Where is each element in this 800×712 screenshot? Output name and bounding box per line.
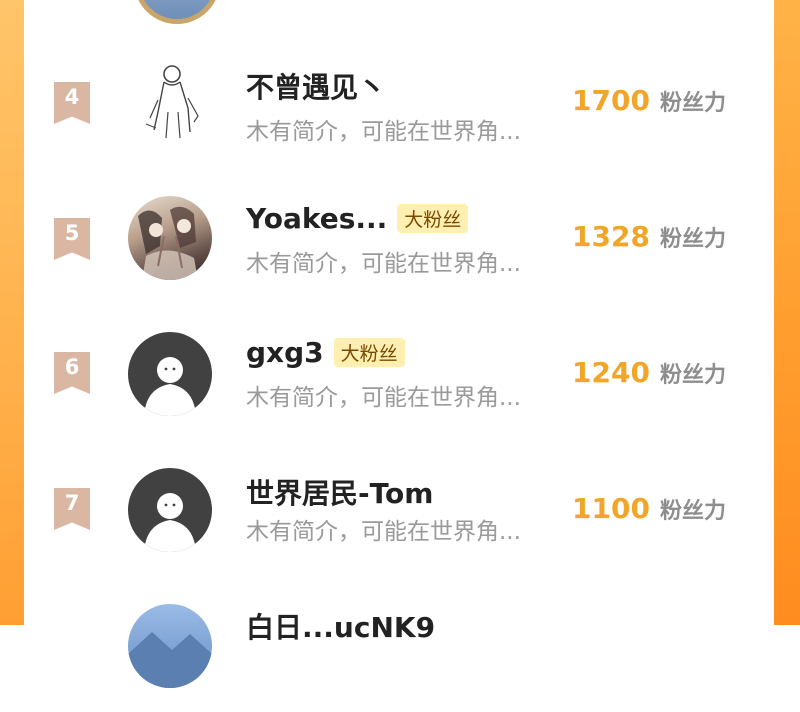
list-item[interactable]: 7 世界居民-Tom 木有简介，可能在世界角... 1100 粉丝力 (24, 440, 774, 576)
default-user-icon (144, 357, 196, 416)
user-name[interactable]: 白日...ucNK9 (246, 606, 435, 646)
avatar[interactable] (128, 196, 212, 280)
rank-badge: 6 (54, 352, 90, 394)
fan-power-value: 1700 (572, 84, 650, 117)
fan-power-unit: 粉丝力 (659, 227, 726, 252)
user-name[interactable]: Yoakes... (246, 202, 387, 235)
user-name[interactable]: 世界居民-Tom (246, 472, 433, 512)
user-name[interactable]: 不曾遇见丶 (246, 66, 386, 106)
avatar[interactable] (128, 58, 212, 142)
fan-power-value: 1240 (572, 356, 650, 389)
fan-tag-badge: 大粉丝 (397, 204, 469, 233)
user-bio: 木有简介，可能在世界角... (246, 385, 521, 411)
list-item[interactable]: 6 gxg3 大粉丝 木有简介，可能在世界角... 1240 粉丝力 (24, 304, 774, 440)
fan-tag-badge: 大粉丝 (333, 338, 405, 367)
fan-power: 1100 粉丝力 (572, 492, 726, 525)
fan-power: 1240 粉丝力 (572, 356, 726, 389)
user-name[interactable]: gxg3 (246, 336, 324, 369)
user-bio: 木有简介，可能在世界角... (246, 519, 521, 545)
avatar[interactable] (128, 604, 212, 688)
photo-avatar-icon (138, 206, 198, 280)
fan-power-value: 1328 (572, 220, 650, 253)
orange-frame-right (774, 0, 800, 625)
rank-badge: 5 (54, 218, 90, 260)
fan-power: 1328 粉丝力 (572, 220, 726, 253)
orange-frame-left (0, 0, 24, 625)
avatar[interactable] (134, 0, 220, 24)
default-user-icon (144, 493, 196, 552)
fan-power-unit: 粉丝力 (659, 91, 726, 116)
rank-badge: 4 (54, 82, 90, 124)
avatar[interactable] (128, 468, 212, 552)
avatar[interactable] (128, 332, 212, 416)
fan-power-value: 1100 (572, 492, 650, 525)
landscape-photo-icon (128, 632, 212, 688)
fan-power: 1700 粉丝力 (572, 84, 726, 117)
rank-badge: 7 (54, 488, 90, 530)
ranking-list: 4 不曾遇见丶 木有简介，可能在世界角... 1700 粉丝力 5 Yoakes… (24, 0, 774, 688)
list-item[interactable]: 5 Yoakes... 大粉丝 木有简介，可能在世界角... 1328 粉丝力 (24, 168, 774, 304)
fan-power-unit: 粉丝力 (659, 499, 726, 524)
fan-power-unit: 粉丝力 (659, 363, 726, 388)
user-bio: 木有简介，可能在世界角... (246, 119, 521, 145)
user-bio: 木有简介，可能在世界角... (246, 251, 521, 277)
list-item[interactable]: 白日...ucNK9 (24, 576, 774, 712)
list-item[interactable]: 4 不曾遇见丶 木有简介，可能在世界角... 1700 粉丝力 (24, 32, 774, 168)
sketch-figure-icon (145, 65, 199, 139)
